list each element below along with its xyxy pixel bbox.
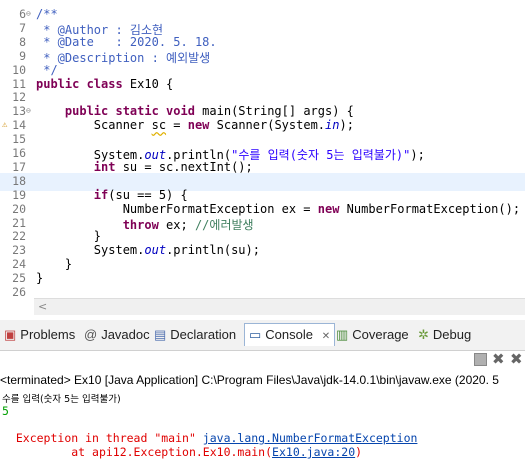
close-tab-icon[interactable]: ✕ — [319, 331, 330, 342]
trace-suffix: ) — [355, 445, 363, 459]
line-number: 16 — [12, 146, 26, 160]
tab-label: Coverage — [352, 327, 409, 342]
line-number: 26 — [12, 285, 26, 299]
debug-icon: ✲ — [418, 327, 429, 342]
tab-debug[interactable]: ✲ Debug — [418, 324, 471, 346]
code-text: } — [36, 229, 102, 244]
tab-declaration[interactable]: ▤ Declaration — [154, 324, 236, 346]
console-icon: ▭ — [249, 327, 262, 342]
line-number: 13 — [12, 104, 26, 119]
tab-label: Problems — [20, 327, 76, 342]
javadoc-icon: @ — [84, 327, 98, 342]
line-number: 10 — [12, 62, 26, 77]
trace-source-link[interactable]: Ex10.java:20 — [272, 445, 355, 459]
tab-label: Declaration — [170, 327, 237, 342]
code-text: public static void main(String[] args) { — [64, 104, 354, 119]
line-number: 22 — [12, 229, 26, 244]
console-stacktrace-line: at api12.Exception.Ex10.main(Ex10.java:2… — [2, 431, 362, 459]
line-number: 23 — [12, 243, 26, 258]
line-number: 18 — [12, 173, 26, 188]
console-toolbar: ✖ ✖ — [0, 350, 525, 371]
code-text: * @Date : 2020. 5. 18. — [36, 34, 217, 49]
line-number: 21 — [12, 215, 26, 230]
line-number: 6 — [19, 7, 26, 21]
line-number: 25 — [12, 271, 26, 286]
tab-javadoc[interactable]: @ Javadoc — [84, 324, 150, 346]
code-text: System.out.println(su); — [36, 243, 260, 258]
remove-launch-icon[interactable]: ✖ — [492, 350, 505, 368]
tab-label: Javadoc — [101, 327, 150, 342]
line-number: 19 — [12, 187, 26, 202]
code-text: /** — [36, 7, 58, 21]
coverage-icon: ▥ — [336, 327, 349, 342]
line-number: 8 — [19, 34, 26, 49]
fold-toggle-icon[interactable]: ⊖ — [26, 9, 31, 18]
code-text: public class Ex10 { — [36, 76, 174, 91]
code-text: */ — [36, 62, 58, 77]
tab-problems[interactable]: ▣ Problems — [4, 324, 75, 346]
code-text: if(su == 5) { — [93, 187, 188, 202]
line-number: 12 — [12, 90, 26, 105]
bottom-panel-tabs: ▣ Problems @ Javadoc ▤ Declaration ▭ Console ✕ ▥… — [0, 320, 525, 351]
tab-console[interactable]: ▭ Console ✕ — [244, 323, 336, 346]
warning-icon[interactable]: ⚠ — [2, 120, 12, 130]
code-text: int su = sc.nextInt(); — [93, 159, 253, 174]
line-number: 7 — [19, 20, 26, 35]
horizontal-scrollbar[interactable]: < — [34, 298, 525, 315]
tab-label: Debug — [432, 327, 472, 342]
declaration-icon: ▤ — [154, 327, 167, 342]
remove-all-icon[interactable]: ✖ — [510, 350, 523, 368]
code-text: Scanner sc = new Scanner(System.in); — [36, 118, 354, 133]
line-number: 20 — [12, 201, 26, 216]
line-number: 15 — [12, 132, 26, 147]
tab-coverage[interactable]: ▥ Coverage — [336, 324, 409, 346]
trace-prefix: at api12.Exception.Ex10.main( — [15, 445, 273, 459]
code-text: } — [36, 271, 44, 286]
code-text: } — [36, 257, 73, 272]
console-output-prompt: 수를 입력(숫자 5는 입력불가) — [2, 394, 121, 405]
terminate-icon[interactable] — [474, 353, 487, 366]
console-launch-label: <terminated> Ex10 [Java Application] C:\… — [0, 373, 499, 387]
scroll-left-icon[interactable]: < — [38, 300, 47, 313]
fold-toggle-icon[interactable]: ⊖ — [26, 106, 31, 115]
line-number: 11 — [12, 76, 26, 91]
line-number: 24 — [12, 257, 26, 272]
tab-label: Console — [265, 327, 313, 342]
code-editor[interactable]: 6 ⊖/** 7 * @Author : 김소현 8 * @Date : 2020. … — [0, 0, 525, 315]
problems-icon: ▣ — [4, 327, 17, 342]
line-number: 9 — [19, 48, 26, 63]
line-number: 17 — [12, 159, 26, 174]
console-input-echo: 5 — [2, 404, 9, 418]
code-text: NumberFormatException ex = new NumberFor… — [36, 201, 521, 216]
